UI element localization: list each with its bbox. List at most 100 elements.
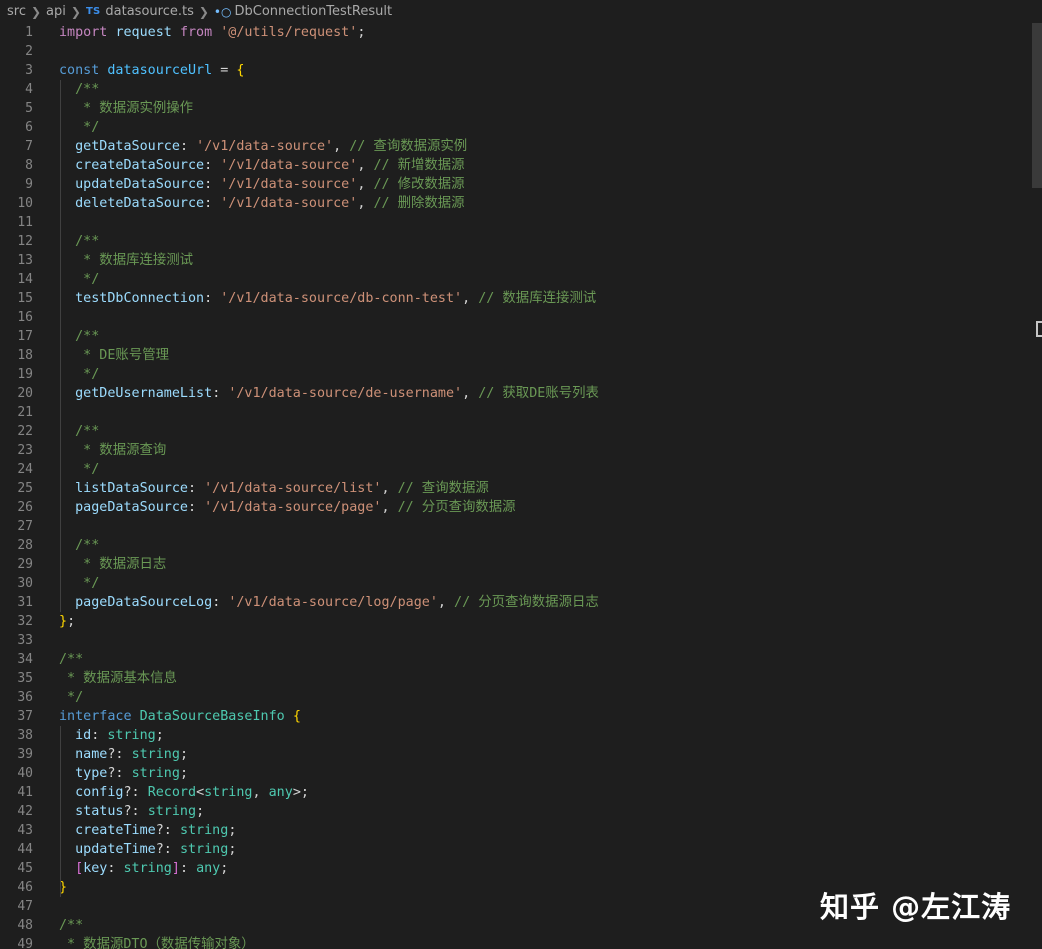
code-token: * 数据源DTO（数据传输对象）	[59, 937, 255, 949]
code-line[interactable]: 6 */	[0, 118, 1030, 137]
line-number: 28	[17, 538, 33, 553]
code-text: interface DataSourceBaseInfo {	[59, 707, 301, 726]
code-line[interactable]: 19 */	[0, 365, 1030, 384]
code-line[interactable]: 29 * 数据源日志	[0, 555, 1030, 574]
code-line[interactable]: 3 const datasourceUrl = {	[0, 61, 1030, 80]
code-token: updateDataSource	[75, 177, 205, 192]
code-line[interactable]: 14 */	[0, 270, 1030, 289]
code-line[interactable]: 41 config?: Record<string, any>;	[0, 783, 1030, 802]
code-line[interactable]: 5 * 数据源实例操作	[0, 99, 1030, 118]
code-line[interactable]: 34 /**	[0, 650, 1030, 669]
line-number: 11	[17, 215, 33, 230]
vertical-scrollbar[interactable]	[1030, 23, 1042, 949]
code-text: updateTime?: string;	[59, 840, 236, 859]
code-token: '/v1/data-source/log/page'	[228, 595, 438, 610]
code-line[interactable]: 26 pageDataSource: '/v1/data-source/page…	[0, 498, 1030, 517]
code-line[interactable]: 28 /**	[0, 536, 1030, 555]
code-text: updateDataSource: '/v1/data-source', // …	[59, 175, 464, 194]
code-text: * 数据源实例操作	[59, 99, 193, 118]
code-line[interactable]: 21	[0, 403, 1030, 422]
code-line[interactable]: 25 listDataSource: '/v1/data-source/list…	[0, 479, 1030, 498]
code-token: string	[147, 804, 197, 819]
line-number: 15	[17, 291, 33, 306]
code-text: [key: string]: any;	[59, 859, 228, 878]
code-line[interactable]: 39 name?: string;	[0, 745, 1030, 764]
code-token: ?:	[107, 747, 132, 762]
code-line[interactable]: 11	[0, 213, 1030, 232]
code-line[interactable]: 2	[0, 42, 1030, 61]
code-line[interactable]: 9 updateDataSource: '/v1/data-source', /…	[0, 175, 1030, 194]
code-line[interactable]: 18 * DE账号管理	[0, 346, 1030, 365]
code-line[interactable]: 45 [key: string]: any;	[0, 859, 1030, 878]
code-line[interactable]: 24 */	[0, 460, 1030, 479]
code-token: getDataSource	[75, 139, 180, 154]
line-number: 47	[17, 899, 33, 914]
code-line[interactable]: 40 type?: string;	[0, 764, 1030, 783]
code-line[interactable]: 8 createDataSource: '/v1/data-source', /…	[0, 156, 1030, 175]
code-line[interactable]: 7 getDataSource: '/v1/data-source', // 查…	[0, 137, 1030, 156]
code-line[interactable]: 1 import request from '@/utils/request';	[0, 23, 1030, 42]
code-line[interactable]: 22 /**	[0, 422, 1030, 441]
code-line[interactable]: 17 /**	[0, 327, 1030, 346]
code-text: status?: string;	[59, 802, 204, 821]
code-token: :	[179, 861, 197, 876]
code-text: * 数据源日志	[59, 555, 166, 574]
scrollbar-thumb[interactable]	[1032, 23, 1042, 188]
code-token: '/v1/data-source/list'	[204, 481, 382, 496]
code-line[interactable]: 33	[0, 631, 1030, 650]
code-line[interactable]: 12 /**	[0, 232, 1030, 251]
code-line[interactable]: 38 id: string;	[0, 726, 1030, 745]
code-token: '/v1/data-source'	[220, 158, 358, 173]
code-line[interactable]: 44 updateTime?: string;	[0, 840, 1030, 859]
line-number: 2	[25, 44, 33, 59]
line-number: 46	[17, 880, 33, 895]
code-line[interactable]: 31 pageDataSourceLog: '/v1/data-source/l…	[0, 593, 1030, 612]
code-line[interactable]: 30 */	[0, 574, 1030, 593]
code-token: key	[83, 861, 108, 876]
code-token: * 数据库连接测试	[59, 253, 194, 268]
code-token: ;	[228, 823, 237, 838]
code-line[interactable]: 20 getDeUsernameList: '/v1/data-source/d…	[0, 384, 1030, 403]
code-line[interactable]: 42 status?: string;	[0, 802, 1030, 821]
breadcrumb-file[interactable]: datasource.ts	[105, 4, 193, 19]
code-line[interactable]: 23 * 数据源查询	[0, 441, 1030, 460]
code-line[interactable]: 4 /**	[0, 80, 1030, 99]
code-text: */	[59, 118, 99, 137]
breadcrumb-api[interactable]: api	[46, 4, 66, 19]
code-line[interactable]: 43 createTime?: string;	[0, 821, 1030, 840]
code-token: ,	[357, 158, 374, 173]
code-text: name?: string;	[59, 745, 188, 764]
code-token: string	[204, 785, 253, 800]
line-number: 45	[17, 861, 33, 876]
code-line[interactable]: 32};	[0, 612, 1030, 631]
code-line[interactable]: 10 deleteDataSource: '/v1/data-source', …	[0, 194, 1030, 213]
code-editor[interactable]: 1 import request from '@/utils/request'; 2…	[0, 23, 1030, 949]
breadcrumb-symbol[interactable]: DbConnectionTestResult	[234, 4, 392, 19]
code-line[interactable]: 37 interface DataSourceBaseInfo {	[0, 707, 1030, 726]
code-token: /**	[59, 234, 100, 249]
code-line[interactable]: 49 * 数据源DTO（数据传输对象）	[0, 935, 1030, 949]
code-line[interactable]: 36 */	[0, 688, 1030, 707]
line-number: 31	[17, 595, 33, 610]
line-number: 1	[25, 25, 33, 40]
code-token: ]	[171, 861, 180, 876]
code-line[interactable]: 27	[0, 517, 1030, 536]
code-line[interactable]: 16	[0, 308, 1030, 327]
code-text: testDbConnection: '/v1/data-source/db-co…	[59, 289, 596, 308]
breadcrumb-src[interactable]: src	[7, 4, 26, 19]
code-token: ;	[155, 728, 164, 743]
code-token: interface	[59, 709, 132, 724]
code-token: // 查询数据源	[397, 481, 489, 496]
code-token: */	[59, 576, 100, 591]
code-token: '/v1/data-source/db-conn-test'	[220, 291, 463, 306]
code-token: ?:	[123, 804, 148, 819]
code-line[interactable]: 15 testDbConnection: '/v1/data-source/db…	[0, 289, 1030, 308]
code-line[interactable]: 13 * 数据库连接测试	[0, 251, 1030, 270]
code-token: datasourceUrl	[107, 63, 213, 78]
code-line[interactable]: 35 * 数据源基本信息	[0, 669, 1030, 688]
